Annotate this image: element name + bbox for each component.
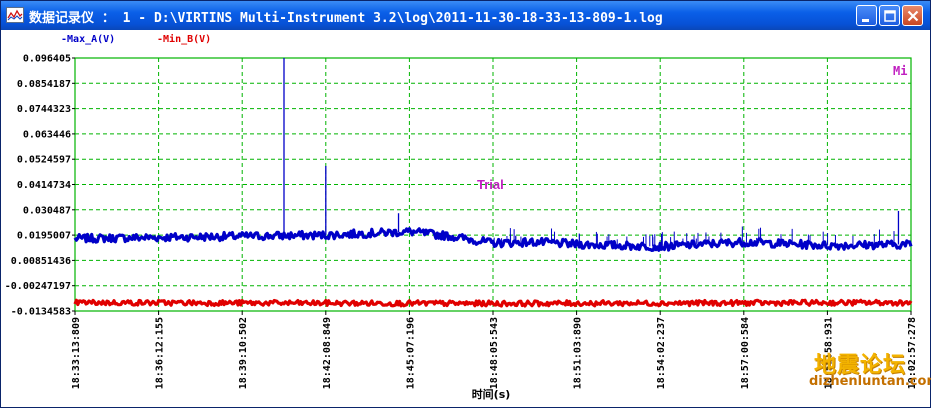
legend-label-max-a: Max_A(V): [67, 34, 116, 45]
x-tick-label: 18:33:13:809: [71, 317, 82, 389]
y-tick-label: -0.0134583: [11, 307, 71, 318]
close-icon: [907, 10, 919, 22]
legend-item-min-b: -Min_B(V): [157, 34, 212, 45]
chart: 0.096405 0.0854187 0.0744323 0.063446 0.0524…: [1, 49, 930, 407]
y-tick-label: 0.0414734: [17, 180, 71, 191]
trial-label: Trial: [477, 177, 504, 192]
maximize-button[interactable]: [879, 5, 900, 26]
title-bar[interactable]: 数据记录仪 ： 1 - D:\VIRTINS Multi-Instrument …: [1, 1, 930, 30]
y-tick-label: 0.0195007: [17, 231, 71, 242]
legend-label-min-b: Min_B(V): [163, 34, 212, 45]
corner-label: Mi: [893, 64, 907, 78]
y-tick-label: 0.0854187: [17, 79, 71, 90]
minimize-button[interactable]: [856, 5, 877, 26]
x-tick-label: 18:36:12:155: [155, 317, 166, 389]
x-tick-label: 18:45:07:196: [405, 317, 416, 389]
y-tick-label: 0.096405: [23, 54, 71, 65]
app-window: 数据记录仪 ： 1 - D:\VIRTINS Multi-Instrument …: [0, 0, 931, 408]
x-tick-label: 18:57:00:584: [740, 317, 751, 389]
y-tick-label: 0.0744323: [17, 104, 71, 115]
x-tick-label: 18:48:05:543: [489, 317, 500, 389]
watermark-url: dizhenluntan.com: [809, 374, 931, 389]
legend-item-max-a: -Max_A(V): [61, 34, 116, 45]
y-tick-label: 0.00851436: [11, 256, 71, 267]
minimize-icon: [862, 19, 869, 22]
x-axis-label: 时间(s): [472, 387, 511, 401]
chart-legend: -Max_A(V) -Min_B(V): [1, 31, 930, 49]
x-tick-label: 18:42:08:849: [322, 317, 333, 389]
y-tick-label: -0.00247197: [5, 281, 71, 292]
x-tick-label: 18:51:03:890: [573, 317, 584, 389]
app-icon: [6, 7, 24, 23]
y-tick-label: 0.0524597: [17, 155, 71, 166]
close-button[interactable]: [902, 5, 923, 26]
x-tick-label: 18:39:10:502: [238, 317, 249, 389]
y-tick-label: 0.063446: [23, 129, 71, 140]
maximize-icon: [884, 10, 896, 22]
y-tick-label: 0.030487: [23, 205, 71, 216]
x-tick-label: 18:54:02:237: [656, 317, 667, 389]
window-title: 数据记录仪 ： 1 - D:\VIRTINS Multi-Instrument …: [29, 11, 663, 26]
